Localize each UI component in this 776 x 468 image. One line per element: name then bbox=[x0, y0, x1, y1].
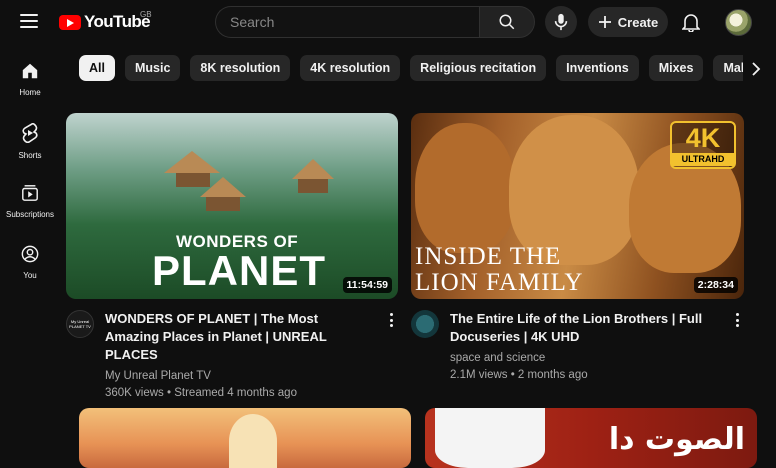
chip-8k-resolution[interactable]: 8K resolution bbox=[190, 55, 291, 81]
search-input[interactable] bbox=[230, 14, 479, 30]
video-duration: 2:28:34 bbox=[693, 277, 738, 293]
create-button[interactable]: Create bbox=[588, 7, 668, 37]
sidebar-item-home[interactable]: Home bbox=[0, 48, 60, 109]
channel-avatar-text: My Unreal PLANET TV bbox=[69, 319, 91, 329]
channel-name[interactable]: My Unreal Planet TV bbox=[105, 368, 373, 385]
video-title[interactable]: WONDERS OF PLANET | The Most Amazing Pla… bbox=[105, 310, 373, 364]
channel-avatar[interactable]: My Unreal PLANET TV bbox=[66, 310, 94, 338]
plus-icon bbox=[598, 16, 611, 28]
bell-icon bbox=[682, 14, 700, 32]
video-title[interactable]: The Entire Life of the Lion Brothers | F… bbox=[450, 310, 718, 346]
search-button[interactable] bbox=[479, 6, 535, 38]
sidebar-label: Subscriptions bbox=[5, 210, 55, 219]
treehouse-body bbox=[298, 179, 328, 193]
video-meta: The Entire Life of the Lion Brothers | F… bbox=[411, 310, 718, 384]
shorts-icon bbox=[22, 123, 38, 143]
create-label: Create bbox=[617, 14, 659, 30]
channel-name[interactable]: space and science bbox=[450, 350, 718, 367]
chips-next-button[interactable] bbox=[744, 57, 768, 81]
4k-badge-text: 4K bbox=[685, 123, 721, 153]
thumbnail-text-line: INSIDE THE bbox=[415, 243, 562, 270]
video-thumbnail[interactable]: 4K ULTRAHD INSIDE THE LION FAMILY 2:28:3… bbox=[411, 113, 744, 299]
thumbnail-text-line: LION FAMILY bbox=[415, 269, 584, 296]
video-thumbnail[interactable]: الصوت دا bbox=[425, 408, 757, 468]
chip-mixes[interactable]: Mixes bbox=[648, 55, 704, 81]
youtube-play-icon bbox=[59, 14, 81, 30]
person-turban bbox=[435, 408, 545, 468]
sidebar-label: Home bbox=[19, 88, 41, 97]
you-icon bbox=[21, 245, 39, 263]
video-menu-button[interactable] bbox=[732, 311, 742, 329]
chip-all[interactable]: All bbox=[79, 55, 115, 81]
region-code: GB bbox=[140, 10, 152, 19]
thumbnail-text: INSIDE THE LION FAMILY bbox=[415, 244, 583, 296]
sidebar-item-you[interactable]: You bbox=[0, 231, 60, 292]
sidebar-item-shorts[interactable]: Shorts bbox=[0, 109, 60, 170]
video-info: The Entire Life of the Lion Brothers | F… bbox=[450, 310, 718, 384]
chip-music[interactable]: Music bbox=[124, 55, 181, 81]
chip-4k-resolution[interactable]: 4K resolution bbox=[300, 55, 401, 81]
home-icon bbox=[22, 63, 38, 79]
mini-sidebar: Home Shorts Subscriptions You bbox=[0, 48, 60, 292]
lion-figure bbox=[415, 123, 515, 253]
sidebar-item-subscriptions[interactable]: Subscriptions bbox=[0, 170, 60, 231]
chip-inventions[interactable]: Inventions bbox=[556, 55, 639, 81]
subscriptions-icon bbox=[22, 185, 38, 201]
menu-icon[interactable] bbox=[20, 14, 38, 28]
video-meta: My Unreal PLANET TV WONDERS OF PLANET | … bbox=[66, 310, 373, 402]
chip-religious-recitation[interactable]: Religious recitation bbox=[410, 55, 547, 81]
chip-maher-zain[interactable]: Maher Zain bbox=[713, 55, 743, 81]
chevron-right-icon bbox=[752, 62, 761, 76]
video-stats: 2.1M views • 2 months ago bbox=[450, 369, 588, 381]
video-duration: 11:54:59 bbox=[342, 277, 392, 293]
search-box[interactable] bbox=[215, 6, 479, 38]
ultrahd-label: ULTRAHD bbox=[672, 153, 734, 166]
sidebar-label: Shorts bbox=[18, 151, 42, 160]
voice-search-button[interactable] bbox=[545, 6, 577, 38]
video-info: WONDERS OF PLANET | The Most Amazing Pla… bbox=[105, 310, 373, 402]
thumbnail-text: PLANET bbox=[152, 247, 326, 294]
channel-avatar[interactable] bbox=[411, 310, 439, 338]
person-with-headphones bbox=[229, 414, 277, 468]
youtube-logo[interactable]: YouTube bbox=[59, 12, 151, 32]
filter-chips-bar: All Music 8K resolution 4K resolution Re… bbox=[79, 55, 743, 82]
account-avatar[interactable] bbox=[725, 9, 752, 36]
search-icon bbox=[499, 14, 515, 30]
treehouse-roof bbox=[164, 151, 220, 173]
sidebar-label: You bbox=[23, 271, 37, 280]
mic-icon bbox=[554, 13, 568, 31]
top-bar: YouTube GB Create bbox=[0, 0, 776, 44]
video-thumbnail[interactable]: WONDERS OF PLANET 11:54:59 bbox=[66, 113, 398, 299]
video-stats: 360K views • Streamed 4 months ago bbox=[105, 387, 297, 399]
treehouse-roof bbox=[292, 159, 334, 179]
4k-badge: 4K ULTRAHD bbox=[670, 121, 736, 169]
notifications-button[interactable] bbox=[680, 10, 702, 34]
thumbnail-text: الصوت دا bbox=[608, 422, 745, 457]
treehouse-body bbox=[176, 173, 210, 187]
treehouse-body bbox=[206, 197, 240, 211]
video-menu-button[interactable] bbox=[386, 311, 396, 329]
video-thumbnail[interactable] bbox=[79, 408, 411, 468]
